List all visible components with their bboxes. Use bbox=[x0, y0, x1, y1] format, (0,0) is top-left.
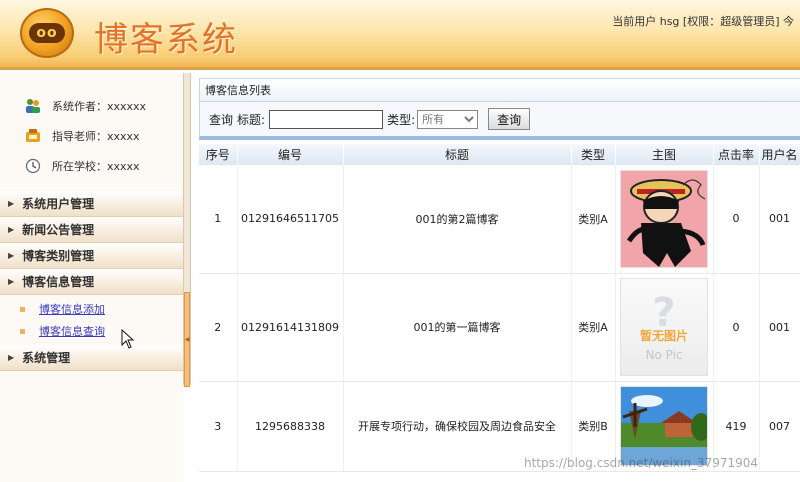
column-header-index: 序号 bbox=[199, 144, 238, 165]
sidebar: 系统作者：xxxxxx 指导老师：xxxxx 所在学校：xxxxx ▶ 系统用户… bbox=[0, 73, 183, 482]
system-info: 系统作者：xxxxxx 指导老师：xxxxx 所在学校：xxxxx bbox=[0, 73, 183, 181]
menu-system-management[interactable]: ▶ 系统管理 bbox=[0, 345, 183, 371]
triangle-right-icon: ▶ bbox=[8, 277, 15, 286]
blog-query-link[interactable]: 博客信息查询 bbox=[39, 323, 105, 339]
query-label: 查询 bbox=[209, 112, 234, 127]
cell-code: 01291614131809 bbox=[237, 273, 344, 382]
watermark: https://blog.csdn.net/weixin_37971904 bbox=[524, 456, 759, 470]
cell-user: 007 bbox=[759, 381, 800, 472]
menu-label: 系统用户管理 bbox=[22, 197, 95, 211]
column-header-type: 类型 bbox=[571, 144, 616, 165]
mouse-cursor-icon bbox=[121, 328, 135, 354]
bullet-icon bbox=[20, 306, 25, 312]
triangle-right-icon: ▶ bbox=[8, 199, 15, 208]
cell-type: 类别A bbox=[571, 273, 616, 382]
search-bar: 查询 标题: 类型: 所有 查询 bbox=[199, 102, 800, 140]
panel-title: 博客信息列表 bbox=[199, 78, 800, 102]
menu-label: 博客类别管理 bbox=[22, 249, 95, 263]
teacher-icon bbox=[24, 128, 42, 144]
type-label: 类型: bbox=[387, 112, 416, 127]
submenu-item-blog-query: 博客信息查询 bbox=[0, 320, 183, 342]
menu-label: 博客信息管理 bbox=[22, 275, 95, 289]
menu-blog-info-management[interactable]: ▶ 博客信息管理 bbox=[0, 269, 183, 295]
people-icon bbox=[24, 98, 42, 114]
cell-user: 001 bbox=[759, 165, 800, 274]
blog-info-submenu: 博客信息添加 博客信息查询 bbox=[0, 295, 183, 345]
current-user-info: 当前用户 hsg [权限：超级管理员] 今 bbox=[612, 15, 794, 28]
triangle-right-icon: ▶ bbox=[8, 251, 15, 260]
column-header-code: 编号 bbox=[237, 144, 344, 165]
cell-image bbox=[615, 165, 714, 274]
table-row: 2 01291614131809 001的第一篇博客 类别A ? 暂无图片 No… bbox=[199, 273, 800, 382]
school-info: 所在学校：xxxxx bbox=[24, 151, 183, 181]
cell-index: 3 bbox=[199, 381, 238, 472]
school-text: 所在学校：xxxxx bbox=[52, 160, 140, 173]
menu-news-management[interactable]: ▶ 新闻公告管理 bbox=[0, 217, 183, 243]
school-icon bbox=[24, 158, 42, 174]
column-header-user: 用户名 bbox=[759, 144, 800, 165]
luffy-image[interactable] bbox=[620, 169, 708, 268]
collapse-sidebar-handle[interactable]: ◀ bbox=[184, 292, 190, 387]
no-picture-text-en: No Pic bbox=[645, 347, 683, 362]
menu-label: 新闻公告管理 bbox=[22, 223, 95, 237]
submenu-item-blog-add: 博客信息添加 bbox=[0, 298, 183, 320]
no-picture-image[interactable]: ? 暂无图片 No Pic bbox=[620, 278, 708, 376]
triangle-right-icon: ▶ bbox=[8, 225, 15, 234]
teacher-text: 指导老师：xxxxx bbox=[52, 130, 140, 143]
cell-image: ? 暂无图片 No Pic bbox=[615, 273, 714, 382]
cell-title: 001的第2篇博客 bbox=[343, 165, 572, 274]
query-button[interactable]: 查询 bbox=[488, 108, 531, 130]
table-row: 1 01291646511705 001的第2篇博客 类别A 0 001 bbox=[199, 165, 800, 274]
cell-code: 01291646511705 bbox=[237, 165, 344, 274]
bullet-icon bbox=[20, 328, 25, 334]
menu-user-management[interactable]: ▶ 系统用户管理 bbox=[0, 191, 183, 217]
cell-user: 001 bbox=[759, 273, 800, 382]
cell-clicks: 0 bbox=[713, 165, 760, 274]
author-text: 系统作者：xxxxxx bbox=[52, 100, 147, 113]
column-header-title: 标题 bbox=[343, 144, 572, 165]
cell-index: 2 bbox=[199, 273, 238, 382]
sidebar-menu: ▶ 系统用户管理 ▶ 新闻公告管理 ▶ 博客类别管理 ▶ 博客信息管理 博客信息… bbox=[0, 191, 183, 371]
table-header-row: 序号 编号 标题 类型 主图 点击率 用户名 bbox=[199, 144, 800, 165]
app-title: 博客系统 bbox=[94, 20, 238, 60]
menu-blog-category-management[interactable]: ▶ 博客类别管理 bbox=[0, 243, 183, 269]
menu-label: 系统管理 bbox=[22, 351, 71, 365]
title-search-input[interactable] bbox=[269, 109, 384, 129]
landscape-image[interactable] bbox=[620, 386, 708, 466]
no-picture-text-cn: 暂无图片 bbox=[639, 328, 688, 343]
app-header: oo 博客系统 当前用户 hsg [权限：超级管理员] 今 bbox=[0, 0, 800, 70]
logo-mark: oo bbox=[29, 23, 65, 43]
main-content: 博客信息列表 查询 标题: 类型: 所有 查询 序号 编号 标题 类型 主图 点… bbox=[199, 78, 800, 482]
blog-table: 序号 编号 标题 类型 主图 点击率 用户名 1 01291646511705 … bbox=[199, 144, 800, 472]
teacher-info: 指导老师：xxxxx bbox=[24, 121, 183, 151]
cell-title: 001的第一篇博客 bbox=[343, 273, 572, 382]
column-header-clicks: 点击率 bbox=[713, 144, 760, 165]
author-info: 系统作者：xxxxxx bbox=[24, 91, 183, 121]
cell-type: 类别A bbox=[571, 165, 616, 274]
cell-clicks: 0 bbox=[713, 273, 760, 382]
type-select[interactable]: 所有 bbox=[417, 109, 479, 129]
blog-add-link[interactable]: 博客信息添加 bbox=[39, 301, 105, 317]
cell-code: 1295688338 bbox=[237, 381, 344, 472]
triangle-left-icon: ◀ bbox=[184, 336, 190, 343]
logo: oo bbox=[20, 8, 74, 58]
triangle-right-icon: ▶ bbox=[8, 353, 15, 362]
column-header-image: 主图 bbox=[615, 144, 714, 165]
cell-index: 1 bbox=[199, 165, 238, 274]
title-label: 标题: bbox=[237, 112, 266, 127]
